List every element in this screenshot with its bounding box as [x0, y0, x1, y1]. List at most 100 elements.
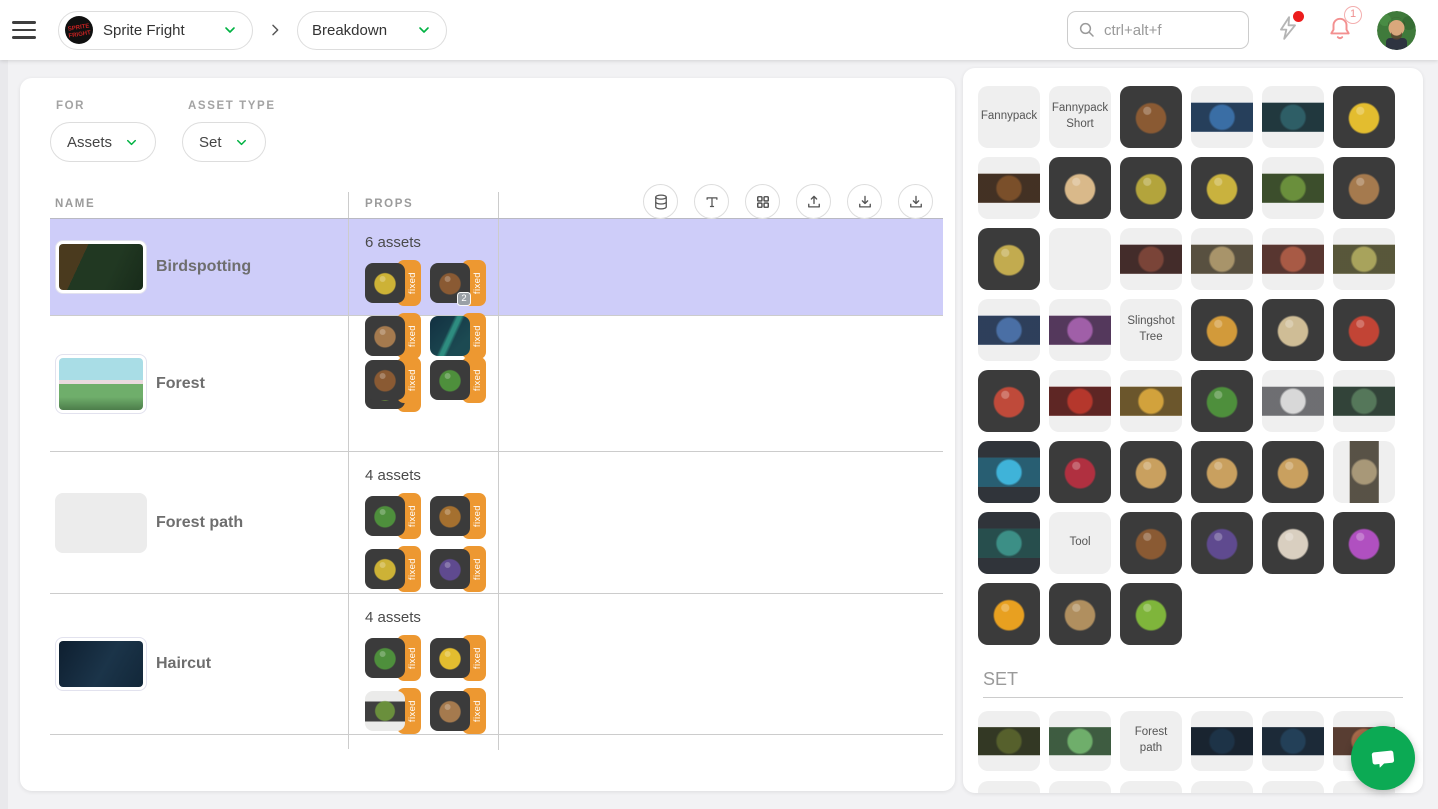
- asset-chip[interactable]: fixed: [365, 260, 421, 306]
- shot-name: Forest path: [156, 514, 243, 532]
- thumbnails-button[interactable]: [745, 184, 780, 219]
- asset-tile[interactable]: [1049, 370, 1111, 432]
- asset-tile[interactable]: [1120, 441, 1182, 503]
- menu-icon[interactable]: [12, 21, 36, 39]
- table-row[interactable]: Haircut 4 assets fixed: [50, 594, 943, 735]
- asset-chip[interactable]: fixed: [365, 313, 421, 359]
- asset-tile[interactable]: [1049, 299, 1111, 361]
- table-row[interactable]: Forest path 4 assets fixed: [50, 452, 943, 594]
- asset-tile[interactable]: [1120, 228, 1182, 290]
- asset-tile[interactable]: Tool: [1049, 512, 1111, 574]
- asset-tile[interactable]: [978, 583, 1040, 645]
- asset-tile[interactable]: [1120, 370, 1182, 432]
- search-input[interactable]: [1104, 22, 1224, 39]
- set-tile[interactable]: [1049, 781, 1111, 793]
- asset-chip[interactable]: fixed: [430, 357, 486, 403]
- asset-tile[interactable]: [1333, 299, 1395, 361]
- asset-tile[interactable]: [978, 512, 1040, 574]
- asset-tile[interactable]: [978, 228, 1040, 290]
- asset-chip[interactable]: fixed: [365, 357, 421, 403]
- asset-tile[interactable]: [1262, 441, 1324, 503]
- asset-tile[interactable]: [1120, 157, 1182, 219]
- set-tile[interactable]: [1049, 711, 1111, 771]
- tile-image: [1333, 387, 1395, 416]
- text-icon: [703, 193, 721, 211]
- set-tile[interactable]: [1191, 781, 1253, 793]
- quick-action-button[interactable]: [1275, 15, 1301, 46]
- database-button[interactable]: [643, 184, 678, 219]
- asset-tile[interactable]: [978, 157, 1040, 219]
- for-select[interactable]: Assets: [50, 122, 156, 162]
- download-button[interactable]: [847, 184, 882, 219]
- asset-tile[interactable]: [1191, 441, 1253, 503]
- asset-tile[interactable]: [1049, 157, 1111, 219]
- asset-tile[interactable]: [1262, 512, 1324, 574]
- asset-tile[interactable]: Slingshot Tree: [1120, 299, 1182, 361]
- asset-chip[interactable]: fixed: [430, 493, 486, 539]
- asset-tile[interactable]: Fannypack Short: [1049, 86, 1111, 148]
- text-view-button[interactable]: [694, 184, 729, 219]
- asset-tile[interactable]: [1262, 299, 1324, 361]
- project-select[interactable]: SPRITEFRIGHT Sprite Fright: [58, 11, 253, 50]
- asset-tile[interactable]: [1262, 228, 1324, 290]
- asset-tile[interactable]: [1333, 512, 1395, 574]
- asset-tile[interactable]: [1191, 86, 1253, 148]
- asset-tile[interactable]: [1333, 370, 1395, 432]
- asset-tile[interactable]: [978, 299, 1040, 361]
- props-cell: 6 assets fixed fixed: [349, 219, 499, 315]
- table-row[interactable]: Forest 2 assets fixed: [50, 316, 943, 452]
- asset-chip[interactable]: fixed: [365, 635, 421, 681]
- asset-tile[interactable]: [1262, 157, 1324, 219]
- asset-tile[interactable]: [1120, 512, 1182, 574]
- asset-tile[interactable]: [978, 441, 1040, 503]
- asset-thumbnail: [365, 360, 405, 400]
- asset-type-select[interactable]: Set: [182, 122, 266, 162]
- asset-chip[interactable]: fixed: [430, 688, 486, 734]
- set-tile[interactable]: Forest path: [1120, 711, 1182, 771]
- search-box[interactable]: [1067, 11, 1249, 49]
- asset-tile[interactable]: [1120, 86, 1182, 148]
- asset-tile[interactable]: [1262, 370, 1324, 432]
- table-toolbar: [643, 184, 933, 219]
- asset-tile[interactable]: [1120, 583, 1182, 645]
- asset-tile[interactable]: [1191, 299, 1253, 361]
- asset-tile[interactable]: [1049, 228, 1111, 290]
- set-tile[interactable]: [1262, 711, 1324, 771]
- set-tile[interactable]: [1191, 711, 1253, 771]
- asset-tile[interactable]: [1333, 228, 1395, 290]
- asset-chip-list: fixed fixed fixed: [365, 635, 495, 734]
- asset-tile[interactable]: [1333, 441, 1395, 503]
- asset-tile[interactable]: [1262, 86, 1324, 148]
- table-row[interactable]: Birdspotting 6 assets fixed: [50, 219, 943, 316]
- asset-tile[interactable]: [1333, 157, 1395, 219]
- asset-tile[interactable]: [1191, 512, 1253, 574]
- asset-tile[interactable]: [1191, 157, 1253, 219]
- page-select[interactable]: Breakdown: [297, 11, 447, 50]
- user-avatar[interactable]: [1377, 11, 1416, 50]
- asset-chip[interactable]: fixed: [430, 546, 486, 592]
- asset-tile[interactable]: [1049, 583, 1111, 645]
- asset-tile[interactable]: [1191, 228, 1253, 290]
- chat-button[interactable]: [1351, 726, 1415, 790]
- asset-tile[interactable]: [1333, 86, 1395, 148]
- upload-button[interactable]: [796, 184, 831, 219]
- asset-tile[interactable]: [978, 370, 1040, 432]
- download-alt-button[interactable]: [898, 184, 933, 219]
- set-tile[interactable]: [978, 781, 1040, 793]
- shot-thumbnail: [55, 493, 147, 553]
- asset-chip[interactable]: fixed: [430, 635, 486, 681]
- asset-chip[interactable]: fixed: [365, 546, 421, 592]
- asset-chip[interactable]: fixed: [430, 313, 486, 359]
- asset-type-value: Set: [199, 134, 222, 151]
- asset-chip[interactable]: fixed: [365, 688, 421, 734]
- notifications-button[interactable]: 1: [1327, 15, 1353, 46]
- asset-chip[interactable]: fixed: [365, 493, 421, 539]
- asset-tile[interactable]: [1049, 441, 1111, 503]
- for-filter: FOR Assets: [50, 100, 156, 162]
- set-tile[interactable]: [978, 711, 1040, 771]
- asset-tile[interactable]: [1191, 370, 1253, 432]
- set-tile[interactable]: [1120, 781, 1182, 793]
- asset-tile[interactable]: Fannypack: [978, 86, 1040, 148]
- asset-chip[interactable]: fixed 2: [430, 260, 486, 306]
- set-tile[interactable]: [1262, 781, 1324, 793]
